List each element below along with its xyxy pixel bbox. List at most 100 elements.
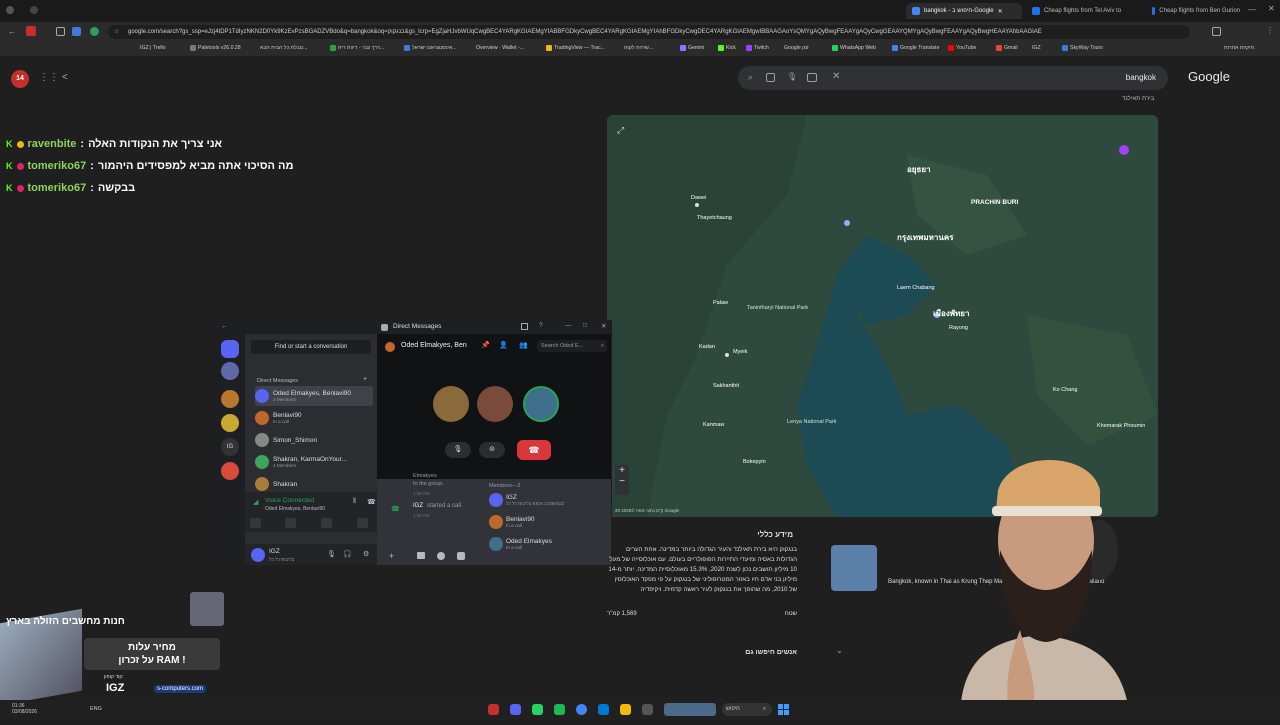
server-icon[interactable] <box>221 390 239 408</box>
start-icon[interactable] <box>778 704 789 715</box>
profile-icon[interactable] <box>30 6 38 14</box>
headphones-icon[interactable]: 🎧 <box>343 550 352 558</box>
bookmark-item[interactable]: Kick <box>718 45 736 51</box>
camera-toggle-icon[interactable]: ⊘ <box>479 442 505 458</box>
dm-item[interactable]: Oded Elmakyes, Benlavi90 3 Members <box>255 386 373 406</box>
app-icon[interactable] <box>488 704 499 715</box>
bookmark-item[interactable]: Twitch <box>746 45 769 51</box>
lens-icon[interactable] <box>766 73 775 82</box>
participant-avatar[interactable] <box>433 386 469 422</box>
bookmark-item[interactable]: שירות לקוח... <box>624 45 653 51</box>
add-friend-icon[interactable]: 👤 <box>499 341 508 349</box>
camera-off-icon[interactable] <box>250 518 261 528</box>
back-arrow-icon[interactable]: ← <box>8 27 16 36</box>
app-icon[interactable] <box>598 704 609 715</box>
noise-suppression-icon[interactable]: ⫴ <box>353 498 356 506</box>
window-close-icon[interactable]: ✕ <box>601 322 606 330</box>
file-explorer-icon[interactable] <box>620 704 631 715</box>
minimize-icon[interactable]: — <box>565 322 572 329</box>
extension-icon[interactable] <box>26 26 36 36</box>
members-icon[interactable]: 👥 <box>519 341 528 349</box>
server-icon[interactable] <box>221 362 239 380</box>
server-icon[interactable] <box>221 462 239 480</box>
tab-flights-tel-aviv[interactable]: Cheap flights from Tel Aviv to <box>1026 3 1142 19</box>
soundboard-icon[interactable] <box>357 518 368 528</box>
tab-bangkok-search[interactable]: bangkok - חיפוש ב-Google ✕ <box>906 3 1022 19</box>
member-item[interactable]: Oded Elmakyes In a call <box>489 537 552 551</box>
discord-home-icon[interactable] <box>221 340 239 358</box>
disconnect-icon[interactable]: ☎ <box>367 498 376 506</box>
server-icon[interactable] <box>221 414 239 432</box>
minimize-icon[interactable]: — <box>1248 5 1256 14</box>
breadcrumb[interactable]: בירת תאילנד <box>1122 96 1154 102</box>
bangkok-thumbnail[interactable] <box>831 545 877 591</box>
search-input[interactable]: Search Oded E... ⌕ <box>537 340 607 352</box>
search-icon[interactable]: ⌕ <box>748 72 753 83</box>
window-menu-icon[interactable] <box>6 6 14 14</box>
bookmark-item[interactable]: Gmail <box>996 45 1018 51</box>
zoom-in-icon[interactable]: + <box>615 465 629 476</box>
bookmark-item[interactable]: Google זמן <box>784 45 809 51</box>
map-pin-icon[interactable] <box>1119 145 1129 155</box>
mic-icon[interactable]: 🎙 <box>327 550 336 558</box>
spotify-taskbar-icon[interactable] <box>554 704 565 715</box>
avatar[interactable] <box>251 548 265 562</box>
member-item[interactable]: Benlavi90 In a call <box>489 515 535 529</box>
gift-icon[interactable] <box>417 552 425 559</box>
bookmark-item[interactable]: TradingView — Trac... <box>546 45 605 51</box>
screen-share-icon[interactable] <box>285 518 296 528</box>
clock[interactable]: 01:36 03/08/2026 <box>12 703 37 715</box>
extension-icon[interactable] <box>90 27 99 36</box>
zoom-out-icon[interactable]: − <box>615 476 629 487</box>
bookmark-icon[interactable] <box>1212 27 1221 36</box>
extension-icon[interactable] <box>72 27 81 36</box>
bookmark-item[interactable]: Gemini <box>680 45 704 51</box>
search-box[interactable]: ⌕ 🎙 ✕ bangkok <box>738 66 1168 90</box>
activities-icon[interactable] <box>321 518 332 528</box>
bookmark-item[interactable]: Google Translate <box>892 45 940 51</box>
app-thumbnail[interactable] <box>664 703 716 716</box>
bookmark-item[interactable]: SkyWay Tours <box>1062 45 1103 51</box>
participant-avatar[interactable] <box>477 386 513 422</box>
dm-item[interactable]: Simon_Shimon <box>255 430 373 450</box>
bookmark-item[interactable]: טבלת כל הבית הבא... <box>260 45 308 51</box>
server-icon[interactable]: IG <box>221 438 239 456</box>
share-icon[interactable]: < <box>62 72 68 83</box>
expand-map-icon[interactable]: ⤢ <box>617 125 624 136</box>
address-bar[interactable]: ☆ google.com/search?gs_ssp=eJzj4tDP1TdIy… <box>108 25 1190 39</box>
help-icon[interactable]: ? <box>539 322 543 329</box>
inbox-icon[interactable] <box>521 323 528 330</box>
bookmark-item[interactable]: תיקיות אחרות <box>1224 45 1254 51</box>
member-item[interactable]: IGZ בליבות כל כל KICK.COM/IGZ <box>489 493 564 507</box>
star-icon[interactable]: ☆ <box>114 25 119 39</box>
discord-taskbar-icon[interactable] <box>510 704 521 715</box>
settings-gear-icon[interactable]: ⚙ <box>363 550 369 558</box>
bookmark-item[interactable]: אינסטגראם ישראל... <box>404 45 457 51</box>
maximize-icon[interactable]: □ <box>583 322 587 329</box>
find-conversation-input[interactable]: Find or start a conversation <box>251 340 371 354</box>
dm-item[interactable]: Shakran <box>255 474 373 494</box>
taskbar-search[interactable]: חיפוש ⌕ <box>722 703 772 716</box>
bookmark-item[interactable]: IGZ <box>1032 45 1041 51</box>
window-close-icon[interactable]: ✕ <box>1268 4 1275 13</box>
whatsapp-taskbar-icon[interactable] <box>532 704 543 715</box>
google-logo[interactable]: Google <box>1188 69 1230 84</box>
clear-icon[interactable]: ✕ <box>832 71 840 82</box>
add-dm-icon[interactable]: + <box>363 376 367 383</box>
extension-icon[interactable] <box>56 27 65 36</box>
dm-item[interactable]: Benlavi90 In a call <box>255 408 373 428</box>
message-author[interactable]: IGZ <box>413 503 423 509</box>
more-menu-icon[interactable]: ⋮ <box>1266 26 1274 35</box>
add-attachment-icon[interactable]: + <box>389 551 394 561</box>
channel-logo-icon[interactable]: 14 <box>11 70 29 88</box>
people-also-search[interactable]: אנשים חיפשו גם <box>607 649 797 656</box>
app-icon[interactable] <box>642 704 653 715</box>
bookmark-item[interactable]: YouTube <box>948 45 976 51</box>
close-icon[interactable]: ✕ <box>998 8 1003 15</box>
mic-icon[interactable]: 🎙 <box>787 72 797 81</box>
bookmark-item[interactable]: IGZ | Trello <box>140 45 166 51</box>
tab-flights-ben-gurion[interactable]: Cheap flights from Ben Gurion <box>1146 3 1246 19</box>
bookmark-item[interactable]: Paletools v26.0.28 <box>190 45 241 51</box>
dm-item[interactable]: Shakran, KarmaOnYour... 4 Members <box>255 452 373 472</box>
emoji-icon[interactable] <box>437 552 445 560</box>
